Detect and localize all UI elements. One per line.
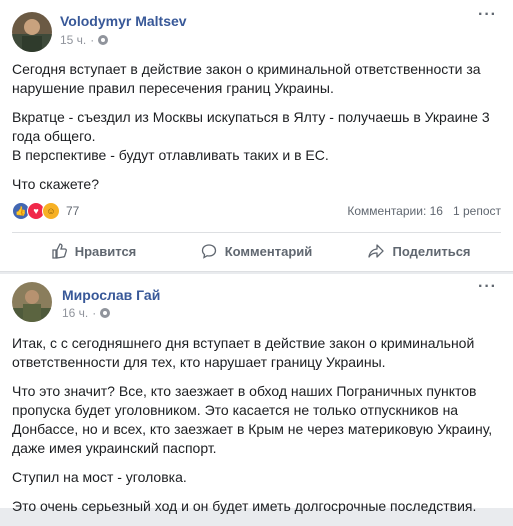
post-text: Итак, с с сегодняшнего дня вступает в де…: [12, 334, 501, 526]
shares-count[interactable]: 1 репост: [453, 204, 501, 218]
post-meta: 16 ч. ·: [62, 306, 111, 320]
like-label: Нравится: [74, 243, 137, 259]
author-name[interactable]: Volodymyr Maltsev: [60, 13, 187, 29]
reaction-count[interactable]: 77: [66, 204, 79, 218]
post-time[interactable]: 16 ч.: [62, 306, 88, 320]
second-post-card: Мирослав Гай 16 ч. · ··· Итак, с с сегод…: [0, 274, 513, 514]
avatar-photo: [12, 12, 52, 52]
post-paragraph: Сегодня вступает в действие закон о крим…: [12, 61, 481, 96]
haha-icon[interactable]: ☺: [42, 202, 60, 220]
share-icon: [368, 244, 385, 258]
share-button[interactable]: Поделиться: [338, 243, 501, 259]
action-bar: Нравится Комментарий Поделиться: [12, 232, 501, 269]
post-text: Сегодня вступает в действие закон о крим…: [12, 60, 501, 204]
more-options-icon[interactable]: ···: [478, 6, 497, 24]
post-paragraph: Вкратце - съездил из Москвы искупаться в…: [12, 109, 490, 163]
post-paragraph: Итак, с с сегодняшнего дня вступает в де…: [12, 335, 475, 370]
post-meta: 15 ч. ·: [60, 33, 109, 47]
comment-button[interactable]: Комментарий: [175, 243, 338, 259]
globe-icon: [100, 308, 111, 318]
comment-icon: [201, 244, 216, 259]
globe-icon: [98, 35, 109, 45]
reactions-bar: 👍 ♥ ☺ 77 Комментарии: 16 1 репост: [12, 201, 501, 221]
avatar-photo: [12, 282, 52, 322]
author-name[interactable]: Мирослав Гай: [62, 287, 160, 303]
more-options-icon[interactable]: ···: [478, 278, 497, 296]
engagement-counts: Комментарии: 16 1 репост: [347, 204, 501, 218]
post-card: Volodymyr Maltsev 15 ч. · ··· Сегодня вс…: [0, 0, 513, 272]
thumbs-up-icon: [52, 243, 67, 259]
author-avatar[interactable]: [12, 282, 52, 322]
comments-count[interactable]: Комментарии: 16: [347, 204, 443, 218]
like-button[interactable]: Нравится: [12, 243, 175, 259]
comment-label: Комментарий: [224, 243, 313, 259]
author-avatar[interactable]: [12, 12, 52, 52]
post-paragraph: Что скажете?: [12, 176, 99, 192]
post-paragraph: Ступил на мост - уголовка.: [12, 469, 187, 485]
share-label: Поделиться: [392, 243, 471, 259]
post-paragraph: Это очень серьезный ход и он будет иметь…: [12, 498, 477, 514]
post-time[interactable]: 15 ч.: [60, 33, 86, 47]
post-paragraph: Что это значит? Все, кто заезжает в обхо…: [12, 383, 493, 456]
